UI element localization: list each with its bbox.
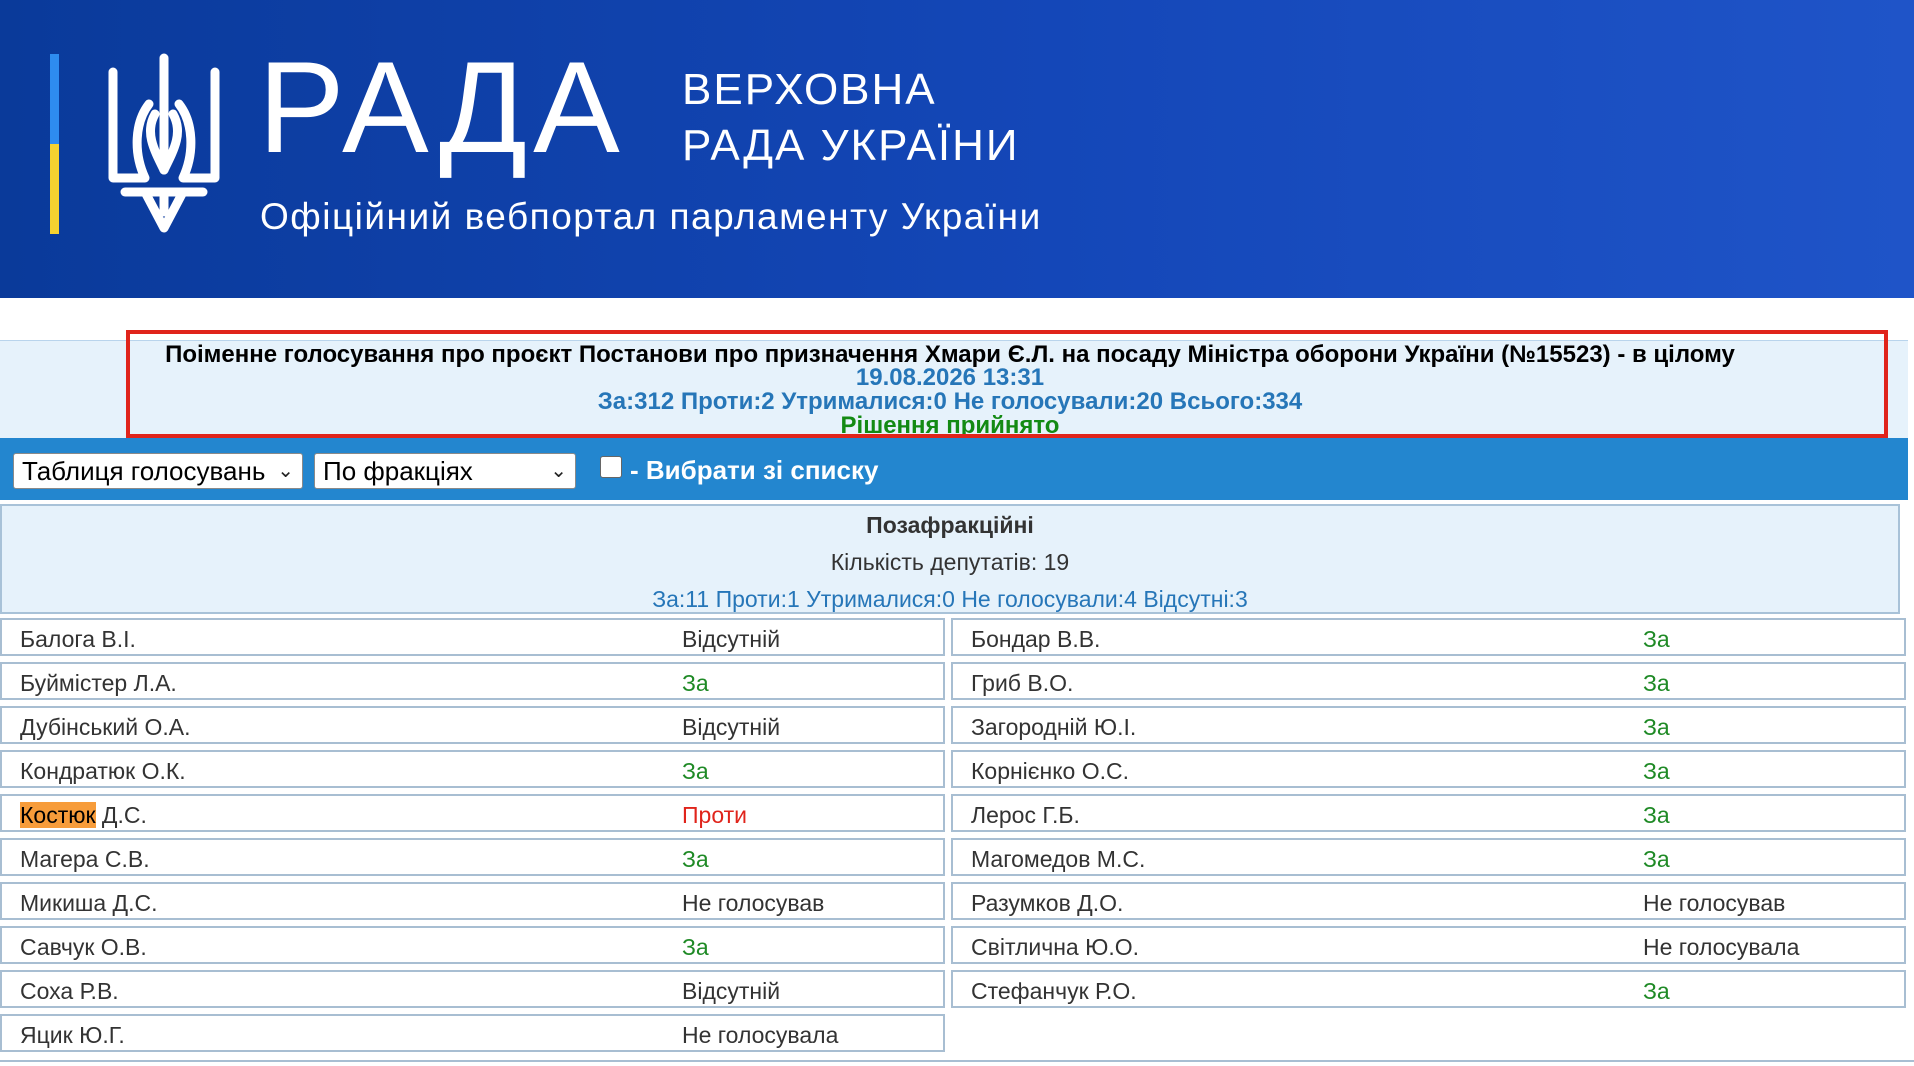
table-row: Магомедов М.С. За [951,838,1906,876]
chevron-down-icon: ⌄ [550,460,567,482]
deputy-name[interactable]: Савчук О.В. [20,934,147,961]
deputy-vote: За [1643,626,1670,652]
deputy-name[interactable]: Корнієнко О.С. [971,758,1129,785]
table-row: Лерос Г.Б. За [951,794,1906,832]
site-subtitle-line-1: ВЕРХОВНА [682,65,937,114]
faction-vote-stats: За:11 Проти:1 Утрималися:0 Не голосували… [652,586,1248,612]
faction-name: Позафракційні [866,512,1034,538]
table-row: Світлична Ю.О. Не голосувала [951,926,1906,964]
deputy-name[interactable]: Лерос Г.Б. [971,802,1080,829]
site-subtitle: ВЕРХОВНА РАДА УКРАЇНИ [682,62,1020,174]
table-row: Соха Р.В. Відсутній [0,970,945,1008]
highlight-box [126,330,1888,438]
deputy-name[interactable]: Балога В.І. [20,626,136,653]
table-row: Магера С.В. За [0,838,945,876]
deputy-vote: За [1643,714,1670,740]
deputy-vote: Відсутній [682,714,781,740]
chevron-down-icon: ⌄ [277,460,294,482]
deputy-name[interactable]: Микиша Д.С. [20,890,158,917]
deputy-vote: За [1643,978,1670,1004]
trident-emblem-icon[interactable] [105,52,223,236]
deputy-name-rest: Д.С. [95,802,147,828]
deputy-vote: За [1643,670,1670,696]
table-row: Савчук О.В. За [0,926,945,964]
table-row: Стефанчук Р.О. За [951,970,1906,1008]
deputy-name[interactable]: Гриб В.О. [971,670,1073,697]
table-row: Дубінський О.А. Відсутній [0,706,945,744]
table-row: Буймістер Л.А. За [0,662,945,700]
deputy-name[interactable]: Магомедов М.С. [971,846,1145,873]
deputy-vote: Не голосувала [1643,934,1800,960]
deputy-name[interactable]: Дубінський О.А. [20,714,190,741]
table-row: Корнієнко О.С. За [951,750,1906,788]
site-title[interactable]: РАДА [258,42,626,172]
deputy-vote: Відсутній [682,978,781,1004]
vote-toolbar: Таблиця голосувань ⌄ По фракціях ⌄ - Виб… [0,438,1908,500]
deputy-name[interactable]: Стефанчук Р.О. [971,978,1137,1005]
deputy-name[interactable]: Соха Р.В. [20,978,119,1005]
deputy-name[interactable]: Костюк Д.С. [20,802,147,829]
deputy-vote: За [1643,846,1670,872]
table-row: Балога В.І. Відсутній [0,618,945,656]
deputy-vote: За [1643,758,1670,784]
table-row: Гриб В.О. За [951,662,1906,700]
deputy-name[interactable]: Буймістер Л.А. [20,670,177,697]
deputy-vote: Не голосувала [682,1022,839,1048]
deputy-name[interactable]: Магера С.В. [20,846,150,873]
table-row: Яцик Ю.Г. Не голосувала [0,1014,945,1052]
deputy-name[interactable]: Бондар В.В. [971,626,1100,653]
table-row: Бондар В.В. За [951,618,1906,656]
deputy-vote: За [682,670,709,696]
deputy-vote: Не голосував [682,890,825,916]
faction-deputy-count: Кількість депутатів: 19 [830,549,1070,575]
deputy-name[interactable]: Разумков Д.О. [971,890,1123,917]
select-from-list-checkbox[interactable] [600,456,622,478]
deputies-table: Балога В.І. Відсутній Буймістер Л.А. За … [0,618,1914,1066]
table-row: Костюк Д.С. Проти [0,794,945,832]
deputy-vote: Відсутній [682,626,781,652]
table-row: Микиша Д.С. Не голосував [0,882,945,920]
site-subtitle-line-2: РАДА УКРАЇНИ [682,121,1020,170]
deputy-vote: За [1643,802,1670,828]
site-header: РАДА ВЕРХОВНА РАДА УКРАЇНИ Офіційний веб… [0,0,1914,298]
select-from-list-label[interactable]: - Вибрати зі списку [630,455,878,486]
view-mode-value: Таблиця голосувань [22,456,266,486]
table-row: Загородній Ю.І. За [951,706,1906,744]
table-row: Разумков Д.О. Не голосував [951,882,1906,920]
grouping-value: По фракціях [323,456,473,486]
table-bottom-border [0,1060,1914,1062]
deputy-vote: Проти [682,802,747,828]
deputy-name[interactable]: Яцик Ю.Г. [20,1022,125,1049]
portal-caption: Офіційний вебпортал парламенту України [260,196,1042,237]
deputy-vote: Не голосував [1643,890,1786,916]
faction-header: Позафракційні Кількість депутатів: 19 За… [0,504,1900,614]
deputy-name[interactable]: Загородній Ю.І. [971,714,1136,741]
table-row: Кондратюк О.К. За [0,750,945,788]
deputy-vote: За [682,758,709,784]
deputy-vote: За [682,846,709,872]
search-highlight: Костюк [20,802,96,828]
view-mode-select[interactable]: Таблиця голосувань ⌄ [13,453,303,489]
grouping-select[interactable]: По фракціях ⌄ [314,453,576,489]
deputy-vote: За [682,934,709,960]
flag-stripe [50,54,59,234]
deputy-name[interactable]: Світлична Ю.О. [971,934,1139,961]
deputy-name[interactable]: Кондратюк О.К. [20,758,186,785]
